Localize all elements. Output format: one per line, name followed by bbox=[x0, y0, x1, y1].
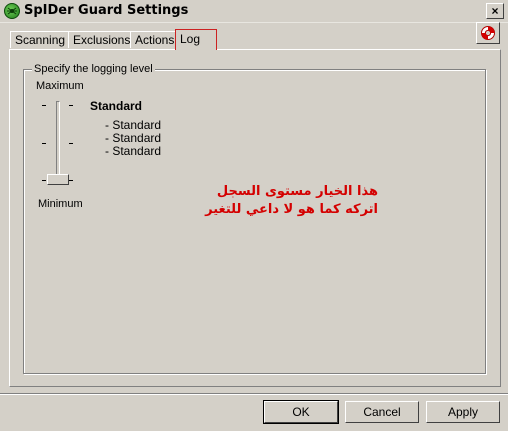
apply-button[interactable]: Apply bbox=[426, 401, 500, 423]
log-level-slider-thumb[interactable] bbox=[47, 174, 69, 185]
level-item: - Standard bbox=[105, 131, 162, 145]
slider-max-label: Maximum bbox=[36, 80, 84, 92]
annotation-line: اتركه كما هو لا داعي للتغير bbox=[205, 202, 378, 217]
arabic-annotation: هذا الخيار مستوى السجل اتركه كما هو لا د… bbox=[200, 183, 378, 219]
spider-icon bbox=[4, 3, 20, 19]
slider-min-label: Minimum bbox=[38, 198, 83, 210]
level-item: - Standard bbox=[105, 118, 162, 132]
log-level-slider-track[interactable] bbox=[56, 101, 60, 181]
lifebuoy-icon bbox=[481, 26, 495, 40]
close-button[interactable]: × bbox=[486, 3, 504, 19]
ok-button[interactable]: OK bbox=[263, 400, 339, 424]
tab-log[interactable]: Log bbox=[175, 29, 217, 50]
footer-separator bbox=[0, 393, 508, 395]
slider-tick bbox=[42, 105, 46, 106]
close-icon: × bbox=[491, 4, 499, 18]
slider-tick bbox=[69, 105, 73, 106]
level-item: - Standard bbox=[105, 144, 162, 158]
logging-level-group bbox=[23, 69, 486, 374]
slider-tick bbox=[69, 143, 73, 144]
window-title: SpIDer Guard Settings bbox=[24, 3, 189, 18]
help-lifebuoy-button[interactable] bbox=[476, 22, 500, 44]
slider-tick bbox=[69, 180, 73, 181]
group-label: Specify the logging level bbox=[32, 63, 155, 75]
slider-tick bbox=[42, 143, 46, 144]
slider-tick bbox=[42, 180, 46, 181]
tab-scanning[interactable]: Scanning bbox=[10, 31, 71, 48]
level-title: Standard bbox=[90, 99, 143, 113]
cancel-button[interactable]: Cancel bbox=[345, 401, 419, 423]
title-bar: SpIDer Guard Settings × bbox=[0, 0, 508, 23]
tab-exclusions[interactable]: Exclusions bbox=[68, 31, 136, 48]
settings-window: SpIDer Guard Settings × Scanning Exclusi… bbox=[0, 0, 508, 431]
annotation-line: هذا الخيار مستوى السجل bbox=[216, 184, 378, 199]
tab-actions[interactable]: Actions bbox=[130, 31, 180, 48]
